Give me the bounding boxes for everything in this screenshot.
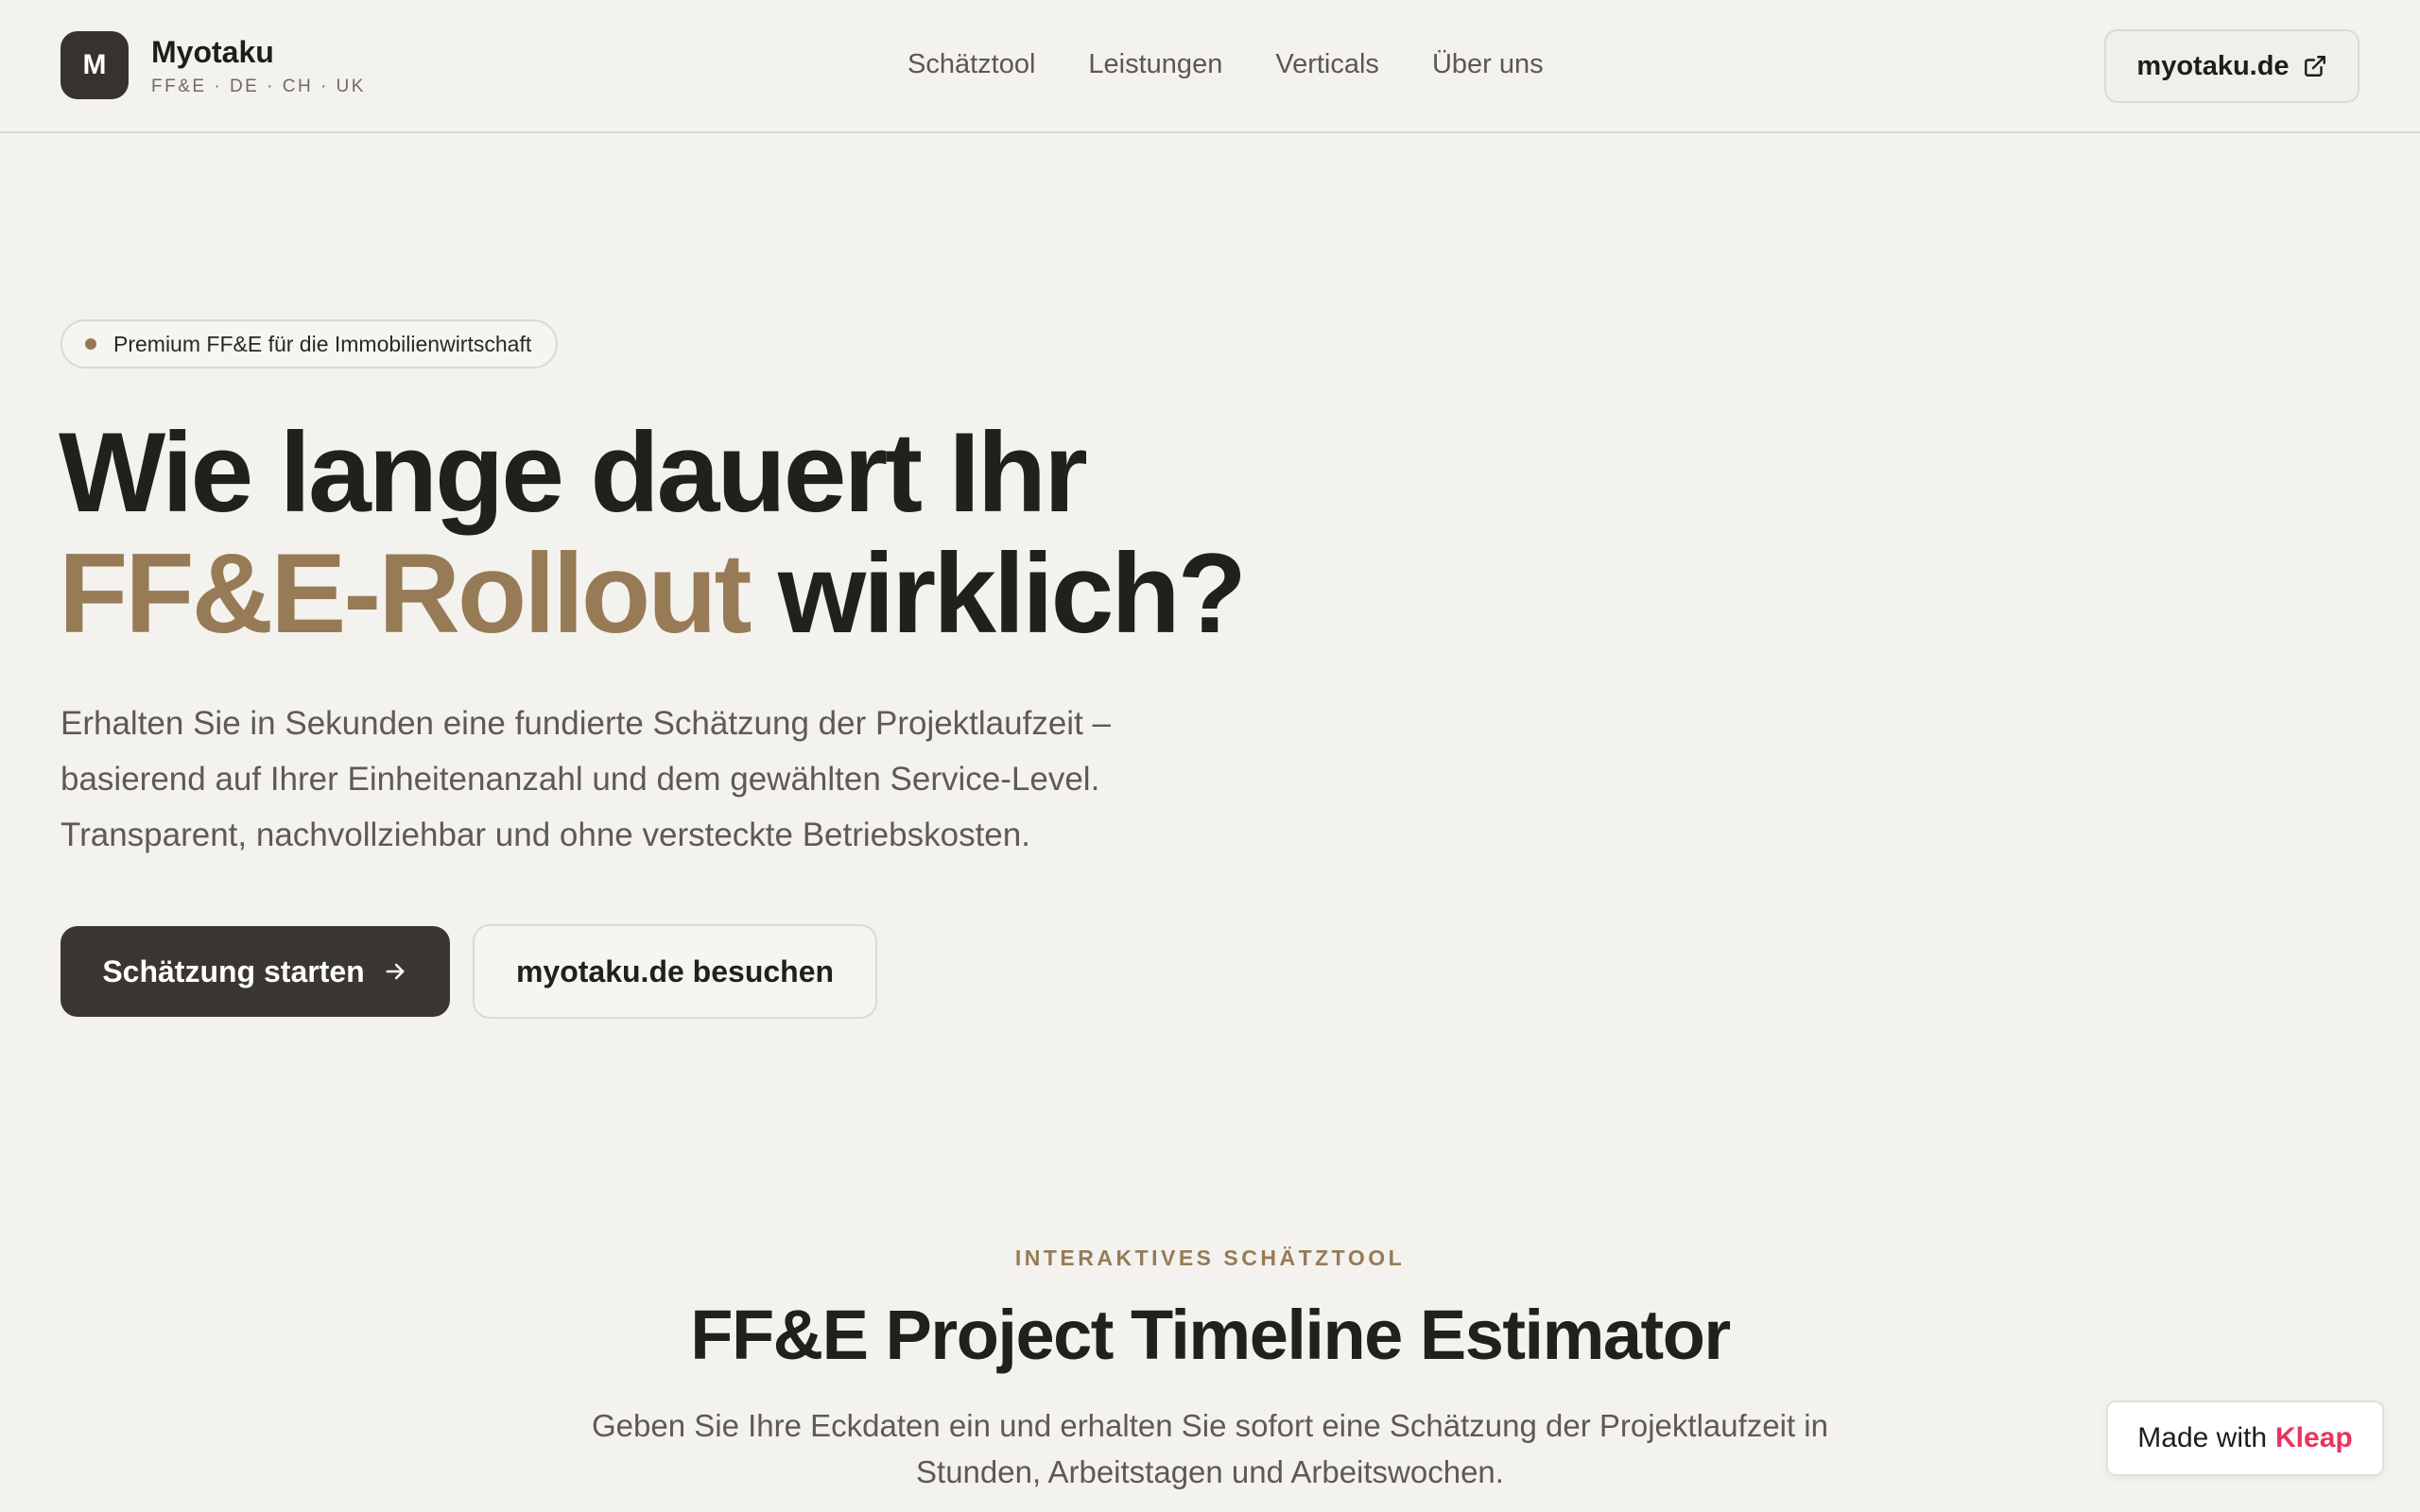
logo[interactable]: M: [60, 31, 129, 99]
visit-site-button[interactable]: myotaku.de besuchen: [473, 924, 877, 1019]
main-nav: Schätztool Leistungen Verticals Über uns: [908, 45, 1597, 83]
kleap-brand: Kleap: [2275, 1422, 2353, 1453]
brand-name: Myotaku: [151, 35, 274, 69]
nav-item-verticals[interactable]: Verticals: [1275, 45, 1379, 83]
made-with-kleap-badge[interactable]: Made with Kleap: [2106, 1400, 2384, 1476]
nav-item-schaetztool[interactable]: Schätztool: [908, 45, 1035, 83]
hero-title-line1: Wie lange dauert Ihr: [59, 409, 1088, 536]
nav-item-ueber-uns[interactable]: Über uns: [1432, 45, 1544, 83]
external-site-label: myotaku.de: [2136, 50, 2290, 81]
hero-title-rest: wirklich?: [777, 530, 1247, 657]
hero-lead-line3: Transparent, nachvollziehbar und ohne ve…: [60, 816, 1030, 853]
arrow-right-icon: [386, 963, 405, 980]
section-eyebrow: INTERAKTIVES SCHÄTZTOOL: [1014, 1246, 1406, 1270]
hero-lead-line1: Erhalten Sie in Sekunden eine fundierte …: [60, 705, 1111, 742]
nav-item-leistungen[interactable]: Leistungen: [1088, 45, 1222, 83]
brand-tagline: FF&E · DE · CH · UK: [151, 77, 366, 96]
hero-title-accent: FF&E-Rollout: [59, 530, 752, 657]
hero-badge-label: Premium FF&E für die Immobilienwirtschaf…: [113, 331, 532, 356]
made-with-prefix: Made with: [2137, 1422, 2268, 1453]
section-lead-line2: Stunden, Arbeitstagen und Arbeitswochen.: [916, 1454, 1504, 1489]
hero-lead: Erhalten Sie in Sekunden eine fundierte …: [60, 696, 1289, 863]
external-site-button[interactable]: myotaku.de: [2104, 29, 2360, 103]
section-title: FF&E Project Timeline Estimator: [690, 1296, 1731, 1374]
site-header: M Myotaku FF&E · DE · CH · UK Schätztool…: [0, 0, 2420, 133]
brand[interactable]: M Myotaku FF&E · DE · CH · UK: [60, 31, 366, 99]
start-estimate-button[interactable]: Schätzung starten: [60, 926, 450, 1017]
hero-badge: Premium FF&E für die Immobilienwirtschaf…: [60, 319, 559, 369]
start-estimate-label: Schätzung starten: [102, 954, 365, 988]
external-link-icon: [2304, 56, 2325, 77]
hero-lead-line2: basierend auf Ihrer Einheitenanzahl und …: [60, 761, 1100, 798]
hero-title: Wie lange dauert Ihr FF&E-Rollout wirkli…: [59, 412, 1477, 654]
brand-text: Myotaku FF&E · DE · CH · UK: [151, 33, 366, 97]
section-lead-line1: Geben Sie Ihre Eckdaten ein und erhalten…: [592, 1408, 1828, 1443]
section-lead: Geben Sie Ihre Eckdaten ein und erhalten…: [548, 1402, 1872, 1495]
badge-dot-icon: [85, 338, 96, 350]
